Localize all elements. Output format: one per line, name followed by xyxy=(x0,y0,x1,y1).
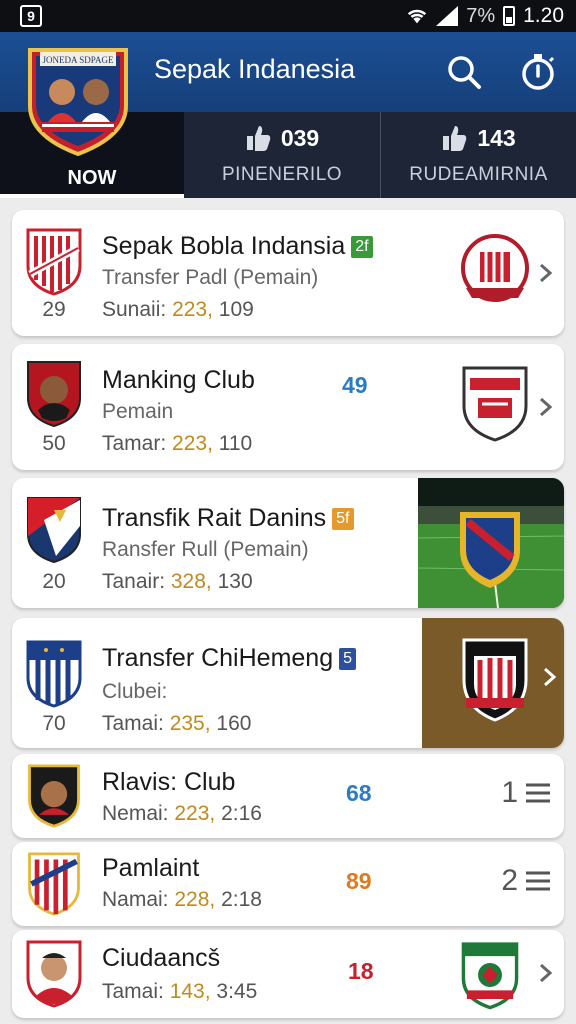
reorder-control[interactable]: 2 xyxy=(501,864,552,898)
reorder-control[interactable]: 1 xyxy=(501,776,552,810)
menu-lines-icon xyxy=(526,871,550,891)
item-meta: Namai: 228, 2:18 xyxy=(102,888,262,911)
item-subtitle: Transfer Padl (Pemain) xyxy=(102,266,319,289)
item-title: Ciudaancš xyxy=(102,944,221,972)
item-meta: Tamai: 235, 160 xyxy=(102,712,252,735)
thumbs-up-icon xyxy=(443,126,467,151)
item-meta: Tamai: 143, 3:45 xyxy=(102,980,258,1003)
item-badge: 5f xyxy=(332,508,354,530)
stadium-image[interactable] xyxy=(418,478,564,608)
list-item[interactable]: 29 Sepak Bobla Indansia 2f Transfer Padl … xyxy=(12,210,564,336)
list-item[interactable]: Ciudaancš 18 Tamai: 143, 3:45 xyxy=(12,930,564,1018)
item-score: 89 xyxy=(346,868,372,894)
item-meta: Sunaii: 223, 109 xyxy=(102,298,254,321)
item-meta: Tanair: 328, 130 xyxy=(102,570,253,593)
opponent-crest-icon xyxy=(461,942,519,1010)
item-badge: 2f xyxy=(351,236,373,258)
club-crest-icon xyxy=(27,361,81,428)
chevron-right-icon[interactable] xyxy=(538,262,554,284)
opponent-crest-icon xyxy=(462,366,528,442)
app-title: Sepak Indanesia xyxy=(154,54,356,84)
chevron-right-icon[interactable] xyxy=(542,666,558,688)
item-rank: 70 xyxy=(42,712,66,735)
list-item[interactable]: 50 Manking Club 49 Pemain Tamar: 223, 11… xyxy=(12,344,564,470)
tab-count: 143 xyxy=(477,124,516,151)
item-score: 49 xyxy=(342,372,368,398)
chevron-right-icon[interactable] xyxy=(538,396,554,418)
list-item[interactable]: Pamlaint 89 Namai: 228, 2:18 2 xyxy=(12,842,564,926)
item-meta: Tamar: 223, 110 xyxy=(102,432,253,455)
menu-lines-icon xyxy=(526,783,550,803)
team-logo[interactable]: JONEDA SDPAGE xyxy=(26,44,130,156)
list-item[interactable]: Rlavis: Club 68 Nemai: 223, 2:16 1 xyxy=(12,754,564,838)
clock: 1.20 xyxy=(523,4,564,27)
tab-label: PINENERILO xyxy=(221,164,343,185)
item-subtitle: Pemain xyxy=(102,400,174,423)
item-title: Pamlaint xyxy=(102,854,200,882)
stopwatch-icon[interactable] xyxy=(518,52,558,92)
thumbs-up-icon xyxy=(246,126,271,151)
tab-count: 039 xyxy=(280,124,320,151)
item-title: Rlavis: Club xyxy=(102,768,236,796)
item-title: Transfer ChiHemeng 5 xyxy=(102,644,357,673)
item-title: Manking Club xyxy=(102,366,255,394)
tab-label: NOW xyxy=(67,166,117,189)
item-subtitle: Ransfer Rull (Pemain) xyxy=(102,538,309,561)
battery-icon xyxy=(503,6,516,26)
club-crest-icon xyxy=(28,852,80,916)
signal-icon xyxy=(436,6,459,26)
club-crest-icon xyxy=(26,228,82,296)
status-bar: 9 7% 1.20 xyxy=(0,0,576,32)
opponent-crest-icon xyxy=(462,638,528,722)
club-crest-icon xyxy=(28,764,80,828)
item-badge: 5 xyxy=(339,648,357,670)
club-panel[interactable] xyxy=(422,618,564,748)
club-crest-icon xyxy=(26,940,82,1008)
item-meta: Nemai: 223, 2:16 xyxy=(102,802,262,825)
tab-label: RUDEAMIRNIA xyxy=(409,164,548,185)
item-subtitle: Clubei: xyxy=(102,680,168,703)
tab-rudeamirnia[interactable]: 143 RUDEAMIRNIA xyxy=(380,112,576,198)
wifi-icon xyxy=(408,9,427,24)
item-score: 18 xyxy=(348,958,374,984)
list-item[interactable]: 20 Transfik Rait Danins 5f Ransfer Rull (… xyxy=(12,478,564,608)
club-crest-icon xyxy=(26,640,82,708)
item-score: 68 xyxy=(346,780,372,806)
list-item[interactable]: 70 Transfer ChiHemeng 5 Clubei: Tamai: 23… xyxy=(12,618,564,748)
search-icon[interactable] xyxy=(444,52,484,92)
tab-pinenerilo[interactable]: 039 PINENERILO xyxy=(184,112,380,198)
item-title: Transfik Rait Danins 5f xyxy=(102,504,354,533)
opponent-crest-icon xyxy=(461,234,529,302)
logo-text: JONEDA SDPAGE xyxy=(43,55,114,65)
battery-percent: 7% xyxy=(466,4,496,27)
chevron-right-icon[interactable] xyxy=(538,962,554,984)
item-title: Sepak Bobla Indansia 2f xyxy=(102,232,373,261)
item-rank: 50 xyxy=(42,432,66,455)
notification-icon: 9 xyxy=(20,5,42,27)
item-rank: 20 xyxy=(42,570,66,593)
item-rank: 29 xyxy=(42,298,66,321)
club-crest-icon xyxy=(27,497,81,564)
